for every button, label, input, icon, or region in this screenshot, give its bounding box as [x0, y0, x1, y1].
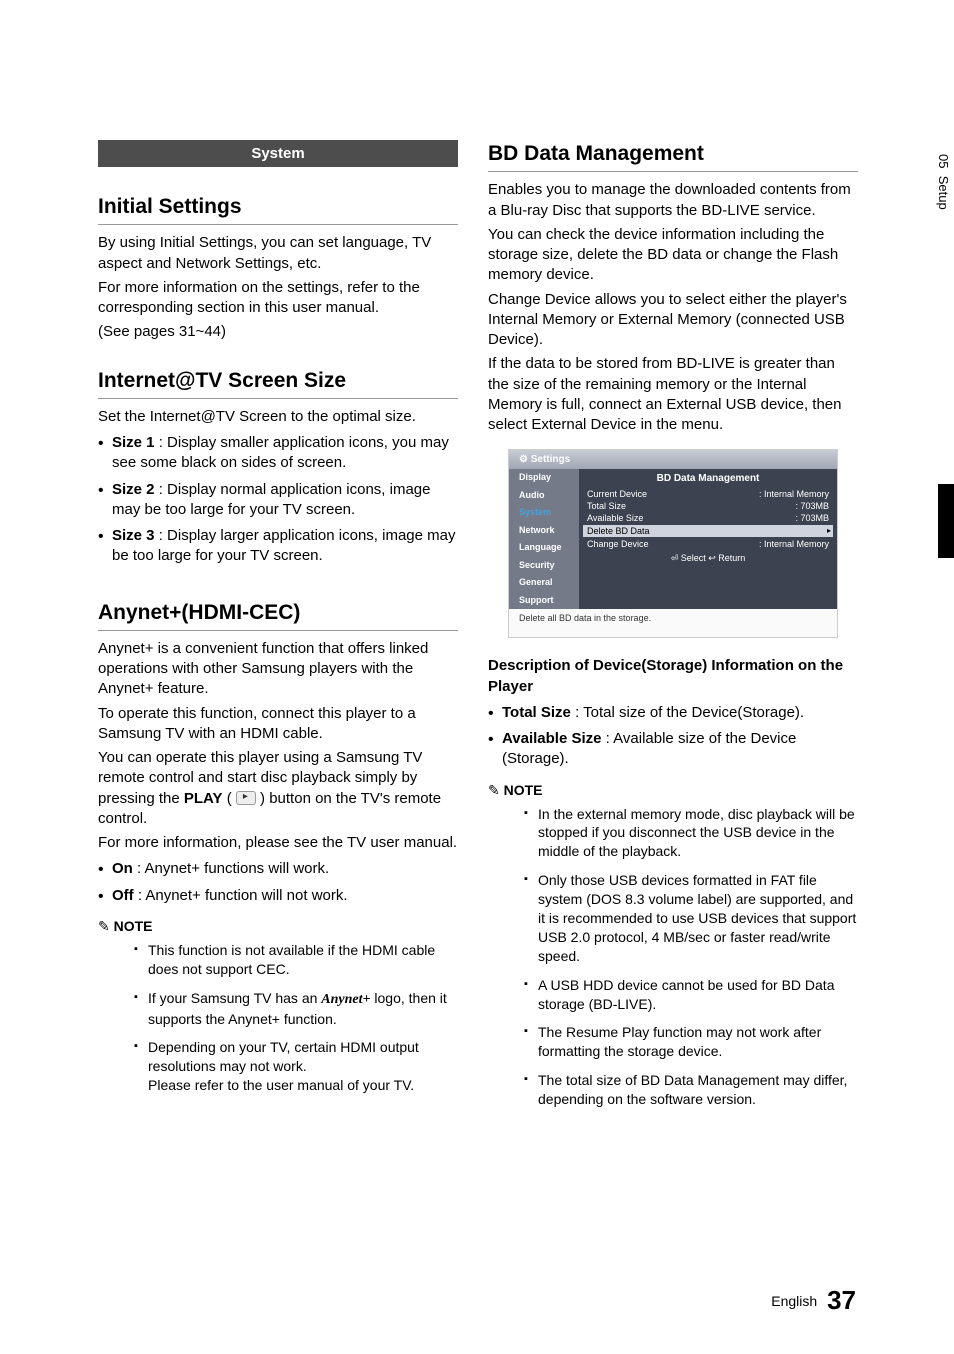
chapter-number: 05 [936, 154, 951, 168]
settings-nav: Display Audio System Network Language Se… [509, 469, 579, 609]
item-text: : Display larger application icons, imag… [112, 527, 456, 564]
list-item: Total Size : Total size of the Device(St… [488, 703, 858, 723]
para: For more information, please see the TV … [98, 833, 458, 853]
para: Enables you to manage the downloaded con… [488, 180, 858, 221]
text: If your Samsung TV has an [148, 990, 321, 1006]
item-text: : Display smaller application icons, you… [112, 434, 449, 471]
footer-lang: English [771, 1293, 817, 1309]
note-list: In the external memory mode, disc playba… [488, 805, 858, 1109]
note-list: This function is not available if the HD… [98, 941, 458, 1095]
item-text: : Total size of the Device(Storage). [571, 704, 804, 721]
settings-caption: Delete all BD data in the storage. [509, 609, 837, 637]
nav-audio: Audio [509, 487, 579, 505]
row-value: : Internal Memory [759, 489, 829, 499]
row-current-device: Current Device : Internal Memory [587, 488, 829, 500]
anynet-logo: Anynet+ [321, 992, 370, 1007]
panel-buttons: ⏎ Select ↩ Return [587, 550, 829, 564]
item-label: Size 1 [112, 434, 155, 451]
note-item: In the external memory mode, disc playba… [524, 805, 858, 862]
list-item: Size 1 : Display smaller application ico… [98, 433, 458, 474]
page-footer: English 37 [771, 1285, 856, 1316]
list-item: On : Anynet+ functions will work. [98, 859, 458, 879]
heading-initial-settings: Initial Settings [98, 193, 458, 225]
list-anynet-options: On : Anynet+ functions will work. Off : … [98, 859, 458, 906]
para: For more information on the settings, re… [98, 278, 458, 319]
item-label: Available Size [502, 730, 602, 747]
para: By using Initial Settings, you can set l… [98, 233, 458, 274]
heading-anynet: Anynet+(HDMI-CEC) [98, 599, 458, 631]
play-button-icon [236, 791, 256, 805]
item-label: On [112, 860, 133, 877]
row-change-device: Change Device : Internal Memory [587, 538, 829, 550]
item-label: Off [112, 887, 134, 904]
play-label: PLAY [184, 790, 223, 807]
list-itv-sizes: Size 1 : Display smaller application ico… [98, 433, 458, 567]
note-item: The Resume Play function may not work af… [524, 1023, 858, 1061]
para: You can check the device information inc… [488, 225, 858, 286]
note-item: Depending on your TV, certain HDMI outpu… [134, 1038, 458, 1095]
item-label: Size 2 [112, 481, 155, 498]
row-label: Available Size [587, 513, 643, 523]
sidebar-tab: 05 Setup [933, 148, 954, 216]
list-item: Available Size : Available size of the D… [488, 729, 858, 770]
system-banner: System [98, 140, 458, 167]
list-item: Off : Anynet+ function will not work. [98, 886, 458, 906]
para: Anynet+ is a convenient function that of… [98, 639, 458, 700]
row-label: Total Size [587, 501, 626, 511]
row-total-size: Total Size : 703MB [587, 500, 829, 512]
item-text: : Anynet+ functions will work. [133, 860, 329, 877]
list-item: Size 3 : Display larger application icon… [98, 526, 458, 567]
row-label: Current Device [587, 489, 647, 499]
list-desc: Total Size : Total size of the Device(St… [488, 703, 858, 770]
para: To operate this function, connect this p… [98, 704, 458, 745]
note-item: The total size of BD Data Management may… [524, 1071, 858, 1109]
nav-security: Security [509, 557, 579, 575]
settings-title: Settings [509, 450, 837, 469]
row-value: : 703MB [795, 501, 829, 511]
desc-heading: Description of Device(Storage) Informati… [488, 656, 858, 697]
settings-screenshot: Settings Display Audio System Network La… [508, 449, 838, 638]
nav-support: Support [509, 592, 579, 610]
item-label: Size 3 [112, 527, 155, 544]
item-text: : Display normal application icons, imag… [112, 481, 431, 518]
para: (See pages 31~44) [98, 322, 458, 342]
row-value: : 703MB [795, 513, 829, 523]
note-item: If your Samsung TV has an Anynet+ logo, … [134, 989, 458, 1029]
nav-network: Network [509, 522, 579, 540]
para: Change Device allows you to select eithe… [488, 290, 858, 351]
row-available-size: Available Size : 703MB [587, 512, 829, 524]
footer-page: 37 [827, 1285, 856, 1315]
para: You can operate this player using a Sams… [98, 748, 458, 829]
page-edge-tab [938, 484, 954, 558]
note-item: This function is not available if the HD… [134, 941, 458, 979]
para: Set the Internet@TV Screen to the optima… [98, 407, 458, 427]
heading-internet-tv: Internet@TV Screen Size [98, 367, 458, 399]
nav-general: General [509, 574, 579, 592]
panel-title: BD Data Management [587, 473, 829, 484]
row-delete-bd-data: Delete BD Data [583, 525, 833, 537]
note-heading: NOTE [98, 918, 458, 935]
note-item: Only those USB devices formatted in FAT … [524, 871, 858, 965]
section-name: Setup [936, 176, 951, 210]
item-label: Total Size [502, 704, 571, 721]
row-label: Change Device [587, 539, 649, 549]
para: If the data to be stored from BD-LIVE is… [488, 354, 858, 435]
nav-language: Language [509, 539, 579, 557]
row-label: Delete BD Data [587, 526, 650, 536]
list-item: Size 2 : Display normal application icon… [98, 480, 458, 521]
item-text: : Anynet+ function will not work. [134, 887, 348, 904]
row-value: : Internal Memory [759, 539, 829, 549]
note-item: A USB HDD device cannot be used for BD D… [524, 976, 858, 1014]
nav-display: Display [509, 469, 579, 487]
settings-panel: BD Data Management Current Device : Inter… [579, 469, 837, 609]
heading-bd-data: BD Data Management [488, 140, 858, 172]
nav-system: System [509, 504, 579, 522]
note-heading: NOTE [488, 782, 858, 799]
